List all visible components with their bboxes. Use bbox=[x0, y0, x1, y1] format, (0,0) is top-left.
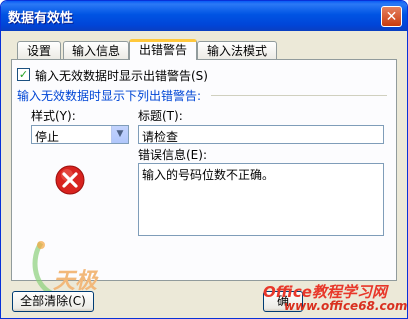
chevron-down-icon[interactable]: ▼ bbox=[111, 126, 128, 143]
title-label: 标题(T): bbox=[138, 109, 183, 123]
error-message-value: 输入的号码位数不正确。 bbox=[142, 168, 275, 182]
close-icon: ✕ bbox=[385, 9, 398, 25]
tab-ime-mode[interactable]: 输入法模式 bbox=[197, 41, 277, 59]
watermark-url-text: www.office68.com bbox=[284, 299, 408, 313]
error-stop-icon bbox=[55, 165, 85, 195]
close-button[interactable]: ✕ bbox=[381, 6, 402, 27]
tab-settings[interactable]: 设置 bbox=[17, 41, 61, 59]
title-input[interactable]: 请检查 bbox=[138, 125, 384, 144]
style-select-value: 停止 bbox=[35, 130, 60, 144]
data-validation-dialog: 数据有效性 ✕ 设置 输入信息 出错警告 输入法模式 ✓ 输入无效数据时显示出错… bbox=[0, 0, 408, 319]
checkmark-icon: ✓ bbox=[18, 68, 29, 81]
group-label: 输入无效数据时显示下列出错警告: bbox=[17, 89, 202, 103]
show-error-alert-checkbox[interactable]: ✓ bbox=[17, 68, 30, 81]
message-label: 错误信息(E): bbox=[138, 148, 207, 162]
dialog-title: 数据有效性 bbox=[8, 11, 74, 26]
error-message-textarea[interactable]: 输入的号码位数不正确。 bbox=[138, 163, 384, 236]
title-bar: 数据有效性 ✕ bbox=[1, 1, 407, 31]
group-divider bbox=[211, 95, 387, 96]
tab-input-message[interactable]: 输入信息 bbox=[63, 41, 129, 59]
style-select[interactable]: 停止 ▼ bbox=[31, 125, 129, 144]
show-error-alert-label[interactable]: 输入无效数据时显示出错警告(S) bbox=[35, 67, 208, 84]
clear-all-button[interactable]: 全部清除(C) bbox=[12, 291, 94, 312]
title-input-value: 请检查 bbox=[142, 130, 179, 144]
tab-error-alert[interactable]: 出错警告 bbox=[129, 39, 197, 60]
style-label: 样式(Y): bbox=[31, 109, 76, 123]
